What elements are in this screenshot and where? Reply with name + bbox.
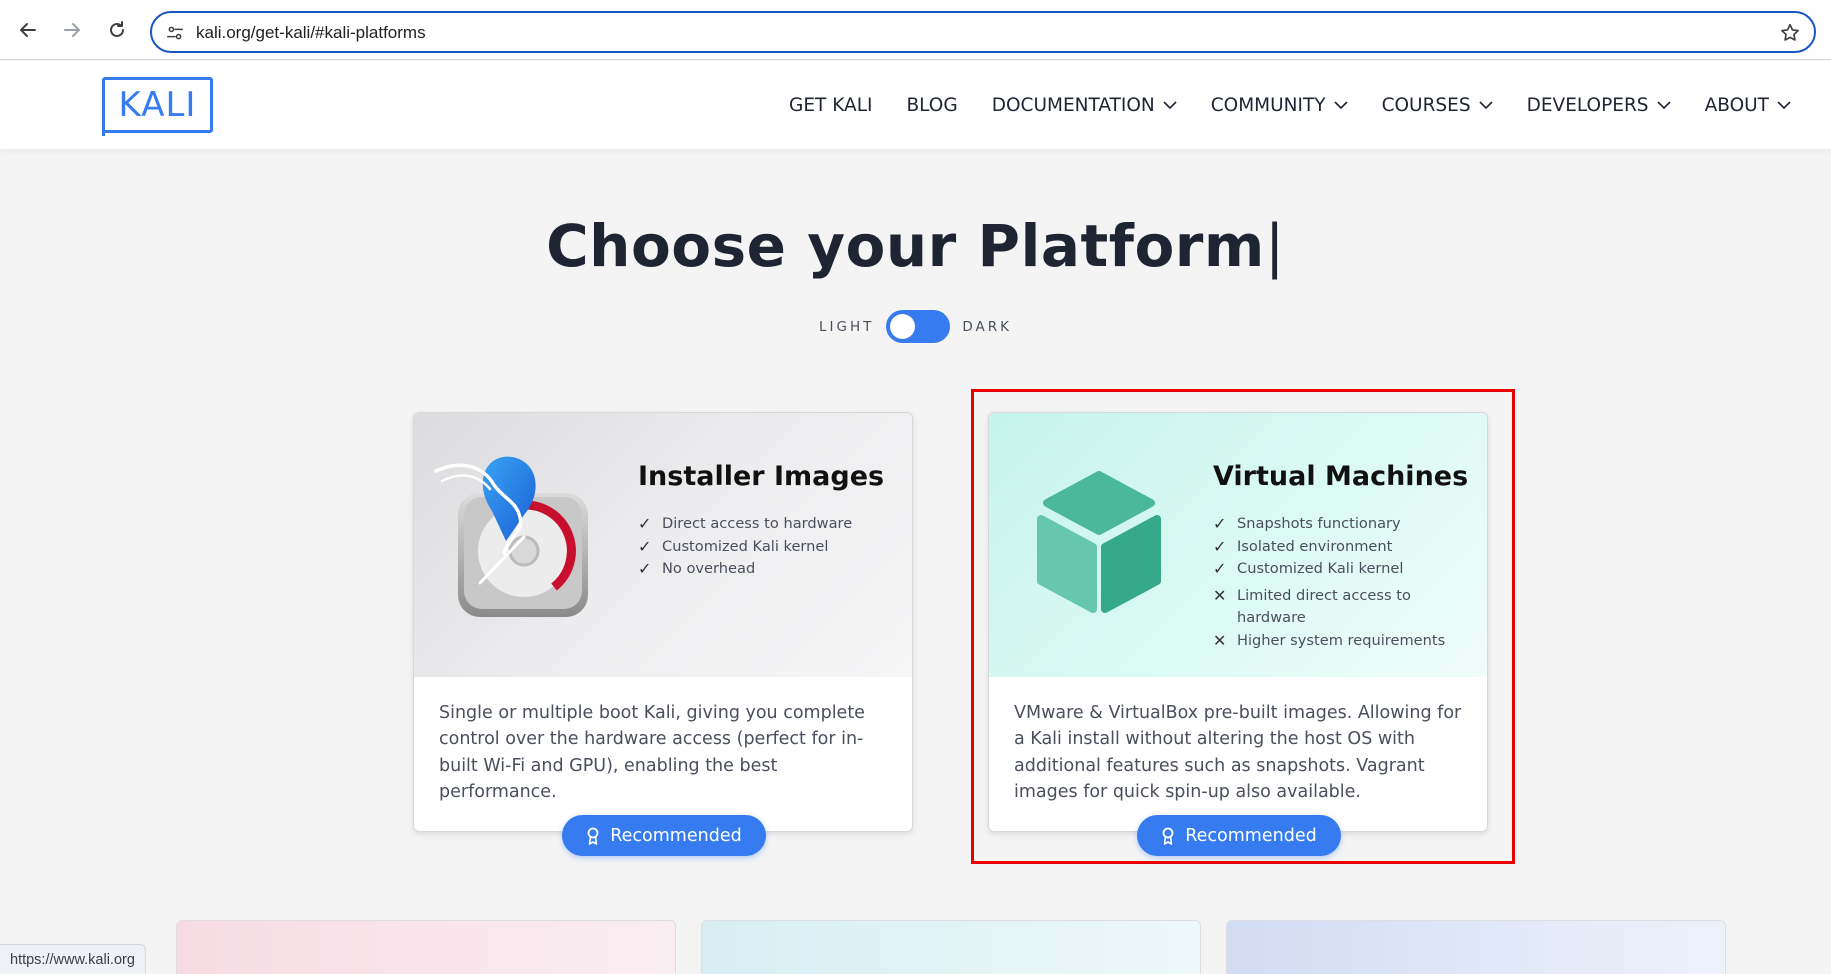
reload-icon	[110, 21, 124, 37]
title-bold: your	[807, 212, 957, 280]
feature-text: Customized Kali kernel	[662, 537, 829, 555]
nav-blog[interactable]: BLOG	[906, 95, 957, 116]
title-post: Platform	[956, 212, 1265, 280]
nav-documentation[interactable]: DOCUMENTATION	[992, 95, 1177, 116]
platform-card-partial[interactable]	[176, 920, 676, 974]
card-title: Installer Images	[638, 461, 885, 492]
logo-text: KALI	[118, 85, 197, 125]
nav-label: ABOUT	[1704, 94, 1769, 116]
feature-text: No overhead	[662, 560, 756, 577]
feature-text: Direct access to hardware	[662, 515, 853, 532]
nav-get-kali[interactable]: GET KALI	[789, 95, 872, 116]
chevron-down-icon	[1656, 101, 1671, 110]
url-text[interactable]: kali.org/get-kali/#kali-platforms	[196, 23, 426, 43]
theme-toggle[interactable]	[886, 310, 951, 343]
typing-caret: |	[1264, 212, 1285, 280]
nav-label: COMMUNITY	[1210, 94, 1326, 116]
feature-item: ✓ No overhead	[638, 558, 852, 581]
check-icon: ✓	[638, 559, 652, 578]
card-description: Single or multiple boot Kali, giving you…	[439, 703, 865, 802]
toggle-knob	[890, 314, 916, 339]
chevron-down-icon	[1479, 101, 1493, 110]
page-title: Choose your Platform|	[0, 212, 1831, 280]
forward-button[interactable]	[56, 14, 88, 46]
check-icon: ✓	[638, 536, 652, 556]
selection-highlight	[971, 389, 1515, 864]
nav-label: BLOG	[906, 94, 958, 116]
installer-disk-icon	[434, 456, 588, 617]
nav-courses[interactable]: COURSES	[1382, 95, 1493, 116]
button-label: Recommended	[610, 825, 742, 846]
back-button[interactable]	[12, 14, 44, 46]
arrow-right-icon	[64, 23, 80, 37]
toggle-light-label: LIGHT	[818, 318, 875, 335]
platform-card-partial[interactable]	[701, 920, 1201, 974]
arrow-left-icon	[20, 23, 36, 37]
chevron-down-icon	[1333, 101, 1348, 110]
nav-developers[interactable]: DEVELOPERS	[1527, 95, 1671, 116]
address-bar[interactable]: kali.org/get-kali/#kali-platforms	[150, 11, 1816, 53]
nav-label: COURSES	[1381, 94, 1471, 116]
status-bar-url: https://www.kali.org	[0, 944, 146, 974]
browser-toolbar: kali.org/get-kali/#kali-platforms	[0, 0, 1831, 60]
card-header-area: Installer Images ✓ Direct access to hardw…	[414, 413, 912, 677]
platform-card-partial[interactable]	[1226, 920, 1726, 974]
site-settings-icon[interactable]	[164, 22, 186, 44]
nav-about[interactable]: ABOUT	[1705, 95, 1791, 116]
reload-button[interactable]	[101, 14, 133, 46]
nav-community[interactable]: COMMUNITY	[1211, 95, 1348, 116]
theme-toggle-row: LIGHT DARK	[0, 310, 1831, 343]
site-header: KALI GET KALI BLOG DOCUMENTATION COMMUNI…	[0, 61, 1831, 149]
main-nav: GET KALI BLOG DOCUMENTATION COMMUNITY CO…	[755, 61, 1791, 149]
chevron-down-icon	[1163, 101, 1177, 110]
nav-label: GET KALI	[789, 94, 873, 116]
nav-label: DEVELOPERS	[1526, 94, 1649, 116]
award-icon	[587, 827, 599, 845]
bookmark-star-icon[interactable]	[1778, 21, 1802, 45]
toggle-dark-label: DARK	[962, 318, 1012, 335]
chevron-down-icon	[1777, 101, 1791, 110]
feature-item: ✓ Direct access to hardware	[638, 513, 852, 536]
check-icon: ✓	[638, 514, 652, 533]
recommended-button[interactable]: Recommended	[562, 815, 766, 856]
title-pre: Choose	[546, 212, 808, 280]
feature-item: ✓ Customized Kali kernel	[638, 536, 852, 559]
nav-label: DOCUMENTATION	[991, 94, 1155, 116]
card-installer-images[interactable]: Installer Images ✓ Direct access to hardw…	[413, 412, 913, 856]
kali-logo[interactable]: KALI	[102, 77, 213, 136]
feature-list: ✓ Direct access to hardware ✓ Customized K…	[638, 513, 852, 581]
